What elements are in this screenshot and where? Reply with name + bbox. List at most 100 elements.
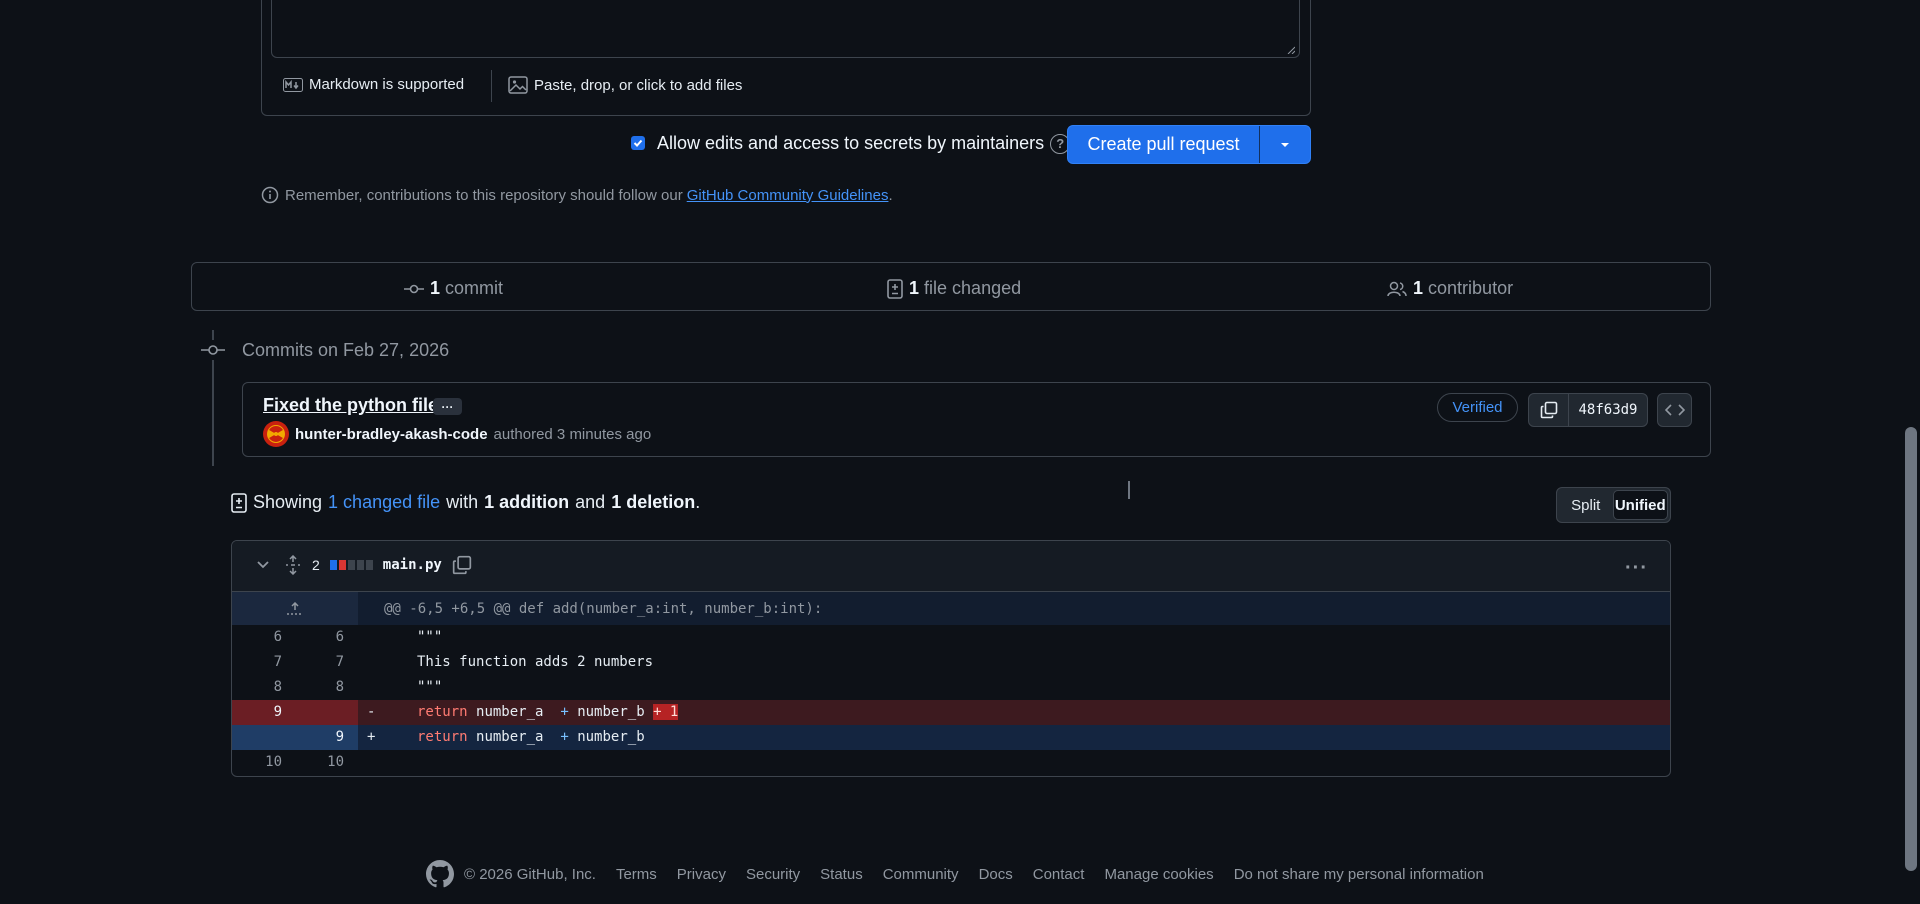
footer-copyright: © 2026 GitHub, Inc. (464, 865, 596, 883)
markdown-label: Markdown is supported (309, 76, 465, 93)
commit-expand-button[interactable]: ··· (433, 398, 462, 415)
old-line-number[interactable]: 8 (232, 679, 282, 695)
description-textarea[interactable] (271, 0, 1300, 58)
commit-author-link[interactable]: hunter-bradley-akash-code (295, 426, 488, 443)
showing-and: and (575, 492, 606, 512)
notice-suffix: . (888, 186, 893, 204)
footer-link-manage-cookies[interactable]: Manage cookies (1104, 866, 1213, 883)
compare-summary-bar: 1 commit 1 file changed 1 contributor (191, 262, 1711, 311)
code-text: This function adds 2 numbers (417, 654, 654, 670)
files-label: file changed (924, 278, 1022, 298)
code-text: return number_a + number_b (417, 729, 645, 745)
footer-link-status[interactable]: Status (820, 866, 863, 883)
diff-line-addition: 9 + return number_a + number_b (232, 725, 1670, 750)
old-line-number[interactable]: 6 (232, 629, 282, 645)
notice-prefix: Remember, contributions to this reposito… (285, 186, 683, 204)
allow-edits-checkbox[interactable] (631, 136, 645, 150)
new-line-number[interactable]: 6 (294, 629, 344, 645)
community-guidelines-link[interactable]: GitHub Community Guidelines (687, 187, 889, 204)
files-count: 1 (909, 278, 920, 298)
radiation-avatar-icon (267, 425, 285, 443)
contributors-tab[interactable]: 1 contributor (1387, 278, 1513, 299)
commit-title-link[interactable]: Fixed the python file (263, 395, 438, 416)
copy-icon (1540, 401, 1557, 419)
diff-line: 8 8 """ (232, 675, 1670, 700)
split-view-button[interactable]: Split (1559, 490, 1613, 520)
info-icon (261, 186, 279, 204)
footer-link-privacy[interactable]: Privacy (677, 866, 726, 883)
file-diff: 2 main.py ··· @@ -6,5 +6,5 @@ def add(nu… (231, 540, 1671, 777)
github-logo-icon[interactable] (426, 860, 454, 888)
file-diff-header: 2 main.py ··· (232, 541, 1670, 592)
commit-author-row: hunter-bradley-akash-code authored 3 min… (263, 421, 651, 447)
contribution-notice: Remember, contributions to this reposito… (261, 186, 893, 204)
file-diff-icon (231, 492, 247, 513)
unified-view-button[interactable]: Unified (1612, 490, 1668, 520)
old-line-number[interactable]: 7 (232, 654, 282, 670)
diffstat-blocks (329, 560, 373, 570)
footer-link-docs[interactable]: Docs (979, 866, 1013, 883)
commits-date-heading: Commits on Feb 27, 2026 (242, 340, 450, 360)
fold-up-icon (287, 601, 301, 615)
footer-link-security[interactable]: Security (746, 866, 800, 883)
code-text: """ (417, 679, 443, 695)
git-commit-icon (404, 284, 424, 293)
footer-link-terms[interactable]: Terms (616, 866, 657, 883)
chevron-down-icon[interactable] (256, 560, 270, 570)
copy-sha-button[interactable] (1529, 394, 1569, 426)
change-count: 2 (312, 557, 320, 573)
changed-files-link[interactable]: 1 changed file (328, 492, 440, 513)
text-cursor-icon (1128, 481, 1130, 499)
create-pull-request-group: Create pull request (1067, 125, 1311, 164)
file-diff-icon (887, 278, 903, 299)
attach-files-button[interactable]: Paste, drop, or click to add files (508, 76, 742, 94)
code-text: return number_a + number_b + 1 (417, 704, 679, 720)
diff-line: 7 7 This function adds 2 numbers (232, 650, 1670, 675)
commits-tab[interactable]: 1 commit (404, 278, 503, 299)
footer-link-do-not-share[interactable]: Do not share my personal information (1234, 866, 1484, 883)
file-options-button[interactable]: ··· (1625, 557, 1648, 580)
copy-icon[interactable] (452, 555, 472, 575)
hunk-header: @@ -6,5 +6,5 @@ def add(number_a:int, nu… (232, 592, 1670, 625)
diff-line: 6 6 """ (232, 625, 1670, 650)
deletions-count: 1 deletion (611, 492, 696, 512)
caret-down-icon (1281, 142, 1289, 147)
code-text: """ (417, 629, 443, 645)
site-footer: © 2026 GitHub, Inc. Terms Privacy Securi… (426, 860, 1484, 888)
diff-view-toggle: Split Unified (1556, 487, 1671, 523)
scrollbar-thumb[interactable] (1905, 427, 1917, 871)
file-header-row: 2 main.py (256, 555, 472, 575)
footer-link-contact[interactable]: Contact (1033, 866, 1085, 883)
create-pr-options-button[interactable] (1260, 126, 1310, 163)
new-line-number[interactable]: 7 (294, 654, 344, 670)
expand-up-button[interactable] (232, 592, 358, 625)
unfold-icon[interactable] (284, 555, 302, 575)
files-changed-tab[interactable]: 1 file changed (887, 278, 1021, 299)
commit-authored-time: authored 3 minutes ago (493, 425, 652, 443)
avatar[interactable] (263, 421, 289, 447)
commit-sha-group: 48f63d9 (1528, 393, 1648, 427)
new-line-number[interactable]: 9 (294, 729, 344, 745)
browse-repository-button[interactable] (1657, 393, 1692, 427)
resize-grip-icon[interactable] (1287, 46, 1295, 54)
showing-suffix: . (695, 492, 701, 512)
addition-marker: + (367, 729, 376, 745)
contributors-count: 1 (1413, 278, 1424, 298)
new-line-number[interactable]: 10 (294, 754, 344, 770)
commit-sha-link[interactable]: 48f63d9 (1569, 394, 1647, 426)
footer-link-community[interactable]: Community (883, 866, 959, 883)
old-line-number[interactable]: 9 (232, 704, 282, 720)
verified-badge[interactable]: Verified (1437, 393, 1518, 422)
additions-count: 1 addition (484, 492, 570, 512)
new-line-number[interactable]: 8 (294, 679, 344, 695)
create-pull-request-button[interactable]: Create pull request (1068, 126, 1260, 163)
old-line-number[interactable]: 10 (232, 754, 282, 770)
markdown-supported-link[interactable]: Markdown is supported (283, 76, 464, 93)
commits-count: 1 (430, 278, 441, 298)
showing-with: with (446, 492, 479, 512)
contributors-label: contributor (1428, 278, 1514, 298)
code-icon (1664, 404, 1685, 416)
markdown-icon (283, 77, 303, 92)
diff-filename-link[interactable]: main.py (383, 557, 442, 573)
showing-prefix: Showing (253, 492, 323, 512)
